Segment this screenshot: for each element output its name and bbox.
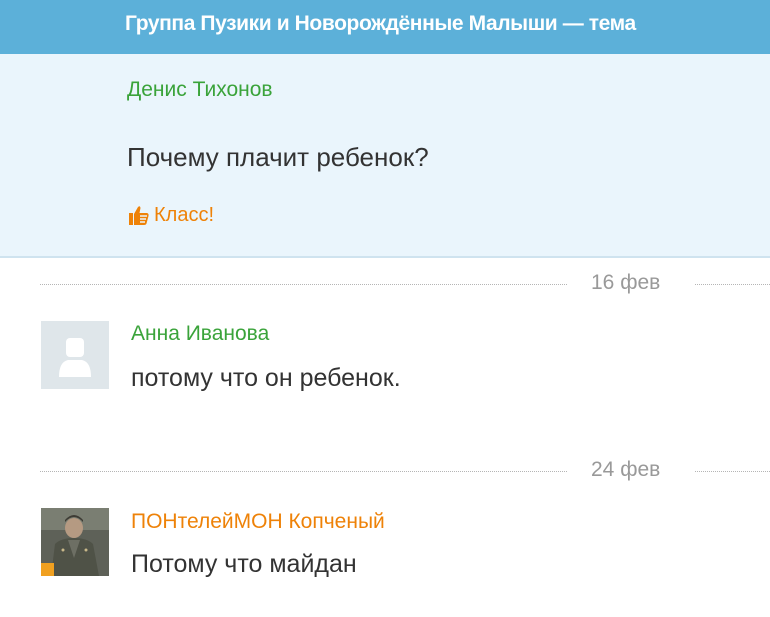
separator-line-right xyxy=(695,471,770,472)
comment-text: Потому что майдан xyxy=(131,550,357,578)
separator-line-right xyxy=(695,284,770,285)
topic-header: Группа Пузики и Новорождённые Малыши — т… xyxy=(0,0,770,54)
comment-date: 16 фев xyxy=(591,271,661,294)
topic-title[interactable]: Группа Пузики и Новорождённые Малыши — т… xyxy=(125,12,636,36)
avatar-photo[interactable] xyxy=(41,508,109,576)
like-button[interactable]: Класс! xyxy=(127,202,214,228)
comment-author-link[interactable]: Анна Иванова xyxy=(131,322,269,346)
user-silhouette-icon xyxy=(59,338,91,377)
topic-post: Денис Тихонов Почему плачит ребенок? Кла… xyxy=(0,54,770,258)
comment-author-link[interactable]: ПОНтелейМОН Копченый xyxy=(131,510,385,534)
post-text: Почему плачит ребенок? xyxy=(127,142,429,172)
avatar-placeholder[interactable] xyxy=(41,321,109,389)
comment-date: 24 фев xyxy=(591,458,661,481)
like-label: Класс! xyxy=(154,203,214,226)
post-author-link[interactable]: Денис Тихонов xyxy=(127,78,273,102)
date-separator: 16 фев xyxy=(40,271,770,297)
date-separator: 24 фев xyxy=(40,458,770,484)
separator-line-left xyxy=(40,284,567,285)
comment-text: потому что он ребенок. xyxy=(131,364,401,392)
separator-line-left xyxy=(40,471,567,472)
online-badge-icon xyxy=(41,563,54,576)
thumbs-up-icon xyxy=(129,206,149,225)
